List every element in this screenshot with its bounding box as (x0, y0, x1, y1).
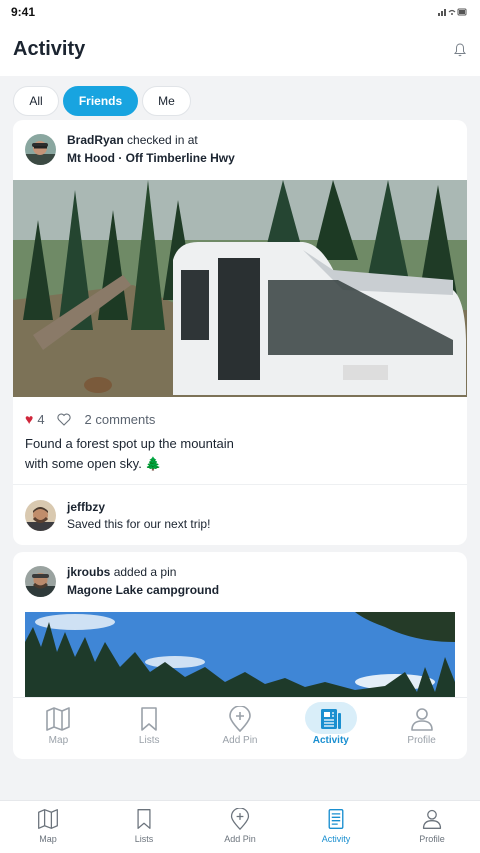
avatar[interactable] (25, 566, 56, 597)
floating-tab-bar: Map Lists Add Pin Activity Profile (13, 697, 467, 759)
filter-me[interactable]: Me (142, 86, 191, 116)
post-actions: ♥ 4 2 comments (25, 409, 155, 429)
post-text: Found a forest spot up the mountain with… (25, 434, 445, 474)
tab-map[interactable]: Map (0, 801, 96, 853)
tab-activity[interactable]: Activity (288, 801, 384, 853)
heart-outline-icon[interactable] (56, 413, 71, 426)
add-pin-icon (230, 808, 250, 830)
comment-count[interactable]: 2 comments (85, 412, 156, 427)
post-photo[interactable] (25, 612, 455, 702)
tab-label: Map (48, 735, 69, 746)
bottom-tab-bar: Map Lists Add Pin Activity Profile (0, 800, 480, 853)
page-title: Activity (13, 38, 86, 60)
bookmark-icon (137, 809, 151, 829)
tab-label: Add Pin (222, 735, 258, 746)
tab-label: Profile (419, 834, 445, 844)
filter-friends-label: Friends (78, 94, 123, 108)
post-photo[interactable] (13, 180, 467, 397)
tab-profile[interactable]: Profile (376, 698, 467, 759)
tab-label: Map (39, 834, 57, 844)
map-icon (46, 707, 71, 731)
tab-label: Activity (321, 834, 351, 844)
map-icon (38, 809, 58, 829)
tab-lists[interactable]: Lists (104, 698, 195, 759)
profile-icon (410, 708, 433, 731)
tab-label: Profile (407, 735, 436, 746)
post-action: added a pin (113, 565, 177, 579)
bookmark-icon (141, 707, 157, 731)
post-caption: BradRyan checked in at (67, 131, 198, 149)
heart-filled-icon[interactable]: ♥ (25, 411, 33, 427)
activity-icon (320, 709, 341, 729)
avatar[interactable] (25, 134, 56, 165)
comment-avatar[interactable] (25, 500, 56, 531)
tab-add-pin[interactable]: Add Pin (192, 801, 288, 853)
filter-all-label: All (29, 94, 43, 108)
post-caption: jkroubs added a pin (67, 563, 176, 581)
comment-user[interactable]: jeffbzy (67, 498, 105, 516)
like-count: 4 (37, 411, 45, 427)
tab-lists[interactable]: Lists (96, 801, 192, 853)
filter-all[interactable]: All (13, 86, 59, 116)
signal-wifi-battery-icon (438, 8, 467, 16)
post-user[interactable]: jkroubs (67, 565, 110, 579)
divider (13, 484, 467, 485)
tab-profile[interactable]: Profile (384, 801, 480, 853)
tab-activity[interactable]: Activity (285, 698, 376, 759)
bell-icon[interactable] (454, 43, 466, 57)
profile-icon (422, 809, 442, 829)
tab-label: Lists (138, 735, 160, 746)
filter-chips: All Friends Me (13, 86, 191, 116)
activity-icon (328, 809, 344, 829)
post-card[interactable]: BradRyan checked in at Mt Hood · Off Tim… (13, 120, 467, 545)
tab-label: Activity (312, 735, 349, 746)
filter-me-label: Me (158, 94, 175, 108)
tab-label: Add Pin (224, 834, 256, 844)
post-text-line: Found a forest spot up the mountain (25, 436, 234, 451)
post-place[interactable]: Mt Hood · Off Timberline Hwy (67, 149, 235, 167)
add-pin-icon (229, 706, 251, 732)
tab-add-pin[interactable]: Add Pin (195, 698, 286, 759)
post-text-line: with some open sky. 🌲 (25, 456, 162, 471)
tab-label: Lists (134, 834, 154, 844)
post-action: checked in at (127, 133, 198, 147)
filter-friends[interactable]: Friends (63, 86, 138, 116)
tab-map[interactable]: Map (13, 698, 104, 759)
status-bar: 9:41 (0, 0, 480, 24)
status-time: 9:41 (11, 5, 36, 19)
post-user[interactable]: BradRyan (67, 133, 124, 147)
app-header: Activity (0, 24, 480, 76)
comment-text: Saved this for our next trip! (67, 517, 211, 531)
post-place[interactable]: Magone Lake campground (67, 581, 219, 599)
